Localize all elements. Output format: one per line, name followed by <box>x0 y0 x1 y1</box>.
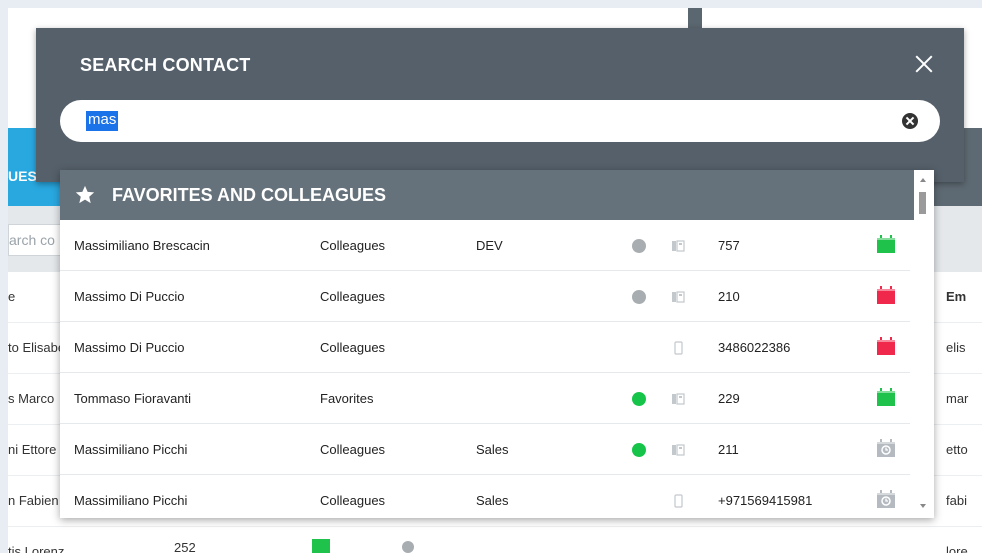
background-cell: ni Ettore <box>8 442 57 457</box>
presence-status-icon <box>632 443 646 457</box>
clear-search-icon[interactable] <box>902 113 918 129</box>
contact-row[interactable]: Massimo Di Puccio Colleagues 210 <box>60 271 910 322</box>
contact-name: Massimo Di Puccio <box>74 340 185 355</box>
contact-number: 229 <box>718 391 740 406</box>
contact-group: Colleagues <box>320 442 386 457</box>
calendar-icon[interactable] <box>876 336 896 356</box>
scroll-up-arrow-icon[interactable] <box>920 178 926 182</box>
background-cell: n Fabien <box>8 493 59 508</box>
status-dot <box>402 541 414 553</box>
contact-number: 210 <box>718 289 740 304</box>
background-cell: s Marco <box>8 391 55 406</box>
contact-group: Colleagues <box>320 340 386 355</box>
desk-phone-icon[interactable] <box>670 392 686 406</box>
contact-row[interactable]: Massimiliano Brescacin Colleagues DEV 757 <box>60 220 910 271</box>
contact-group: Colleagues <box>320 289 386 304</box>
search-contact-modal: SEARCH CONTACT mas <box>36 28 964 182</box>
background-cell: tis Lorenzo <box>8 544 64 553</box>
contact-group: Favorites <box>320 391 374 406</box>
background-row[interactable]: tis Lorenzo lore 252 <box>8 527 982 553</box>
presence-status-icon <box>632 239 646 253</box>
scrollbar[interactable] <box>914 170 934 518</box>
contact-row[interactable]: Massimo Di Puccio Colleagues 3486022386 <box>60 322 910 373</box>
desk-phone-icon[interactable] <box>670 239 686 253</box>
scroll-down-arrow-icon[interactable] <box>920 504 926 508</box>
background-cell: lore <box>946 544 968 553</box>
background-search-placeholder: arch co <box>9 232 55 248</box>
background-search-input[interactable]: arch co <box>8 224 64 256</box>
background-cell: to Elisabe <box>8 340 64 355</box>
contact-name: Massimiliano Picchi <box>74 493 188 508</box>
contact-group: Colleagues <box>320 238 386 253</box>
contact-number: +971569415981 <box>718 493 813 508</box>
contact-number: 211 <box>718 442 739 457</box>
contact-department: DEV <box>476 238 503 253</box>
background-cell: elis <box>946 340 966 355</box>
calendar-icon <box>312 539 330 553</box>
background-divider <box>688 8 702 28</box>
contact-row[interactable]: Massimiliano Picchi Colleagues Sales 211 <box>60 424 910 475</box>
section-title: FAVORITES AND COLLEAGUES <box>112 185 387 205</box>
desk-phone-icon[interactable] <box>670 290 686 304</box>
background-cell: mar <box>946 391 969 406</box>
search-results-dropdown: FAVORITES AND COLLEAGUES Massimiliano Br… <box>60 170 934 518</box>
scroll-thumb[interactable] <box>919 192 926 214</box>
contact-department: Sales <box>476 493 509 508</box>
calendar-icon[interactable] <box>876 387 896 407</box>
search-box[interactable]: mas <box>60 100 940 142</box>
calendar-icon[interactable] <box>876 438 896 458</box>
background-cell: e <box>8 289 16 304</box>
presence-status-icon <box>632 392 646 406</box>
mobile-phone-icon[interactable] <box>670 494 686 508</box>
desk-phone-icon[interactable] <box>670 443 686 457</box>
calendar-icon[interactable] <box>876 489 896 509</box>
contact-number: 3486022386 <box>718 340 791 355</box>
background-cell: 252 <box>174 540 196 553</box>
contact-name: Massimiliano Picchi <box>74 442 188 457</box>
star-icon <box>75 185 95 204</box>
mobile-phone-icon[interactable] <box>670 341 686 355</box>
background-tab-label: UES <box>8 168 37 184</box>
contact-row[interactable]: Massimiliano Picchi Colleagues Sales +97156… <box>60 475 910 518</box>
calendar-icon[interactable] <box>876 285 896 305</box>
modal-title: SEARCH CONTACT <box>80 55 251 75</box>
contact-name: Massimo Di Puccio <box>74 289 185 304</box>
background-cell: fabi <box>946 493 967 508</box>
background-cell: Em <box>946 289 967 304</box>
contact-group: Colleagues <box>320 493 386 508</box>
contact-name: Massimiliano Brescacin <box>74 238 210 253</box>
search-input[interactable]: mas <box>86 111 119 131</box>
contact-row[interactable]: Tommaso Fioravanti Favorites 229 <box>60 373 910 424</box>
presence-status-icon <box>632 290 646 304</box>
contact-name: Tommaso Fioravanti <box>74 391 192 406</box>
background-cell: etto <box>946 442 968 457</box>
section-header: FAVORITES AND COLLEAGUES <box>60 170 914 220</box>
calendar-icon[interactable] <box>876 234 896 254</box>
contact-department: Sales <box>476 442 509 457</box>
close-icon[interactable] <box>912 52 936 76</box>
contact-number: 757 <box>718 238 740 253</box>
